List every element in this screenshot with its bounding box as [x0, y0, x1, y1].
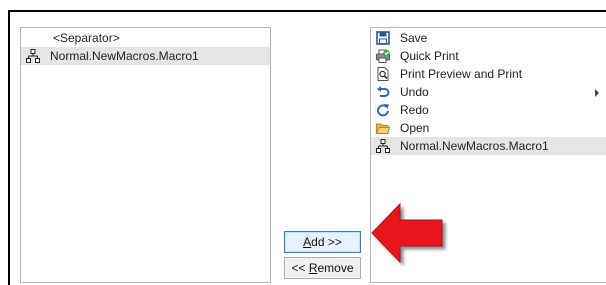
- print-preview-icon: [377, 67, 389, 81]
- list-item-undo[interactable]: Undo: [371, 83, 606, 101]
- remove-button-accelerator: R: [308, 261, 318, 275]
- list-item-open[interactable]: Open: [371, 119, 606, 137]
- list-item-redo[interactable]: Redo: [371, 101, 606, 119]
- list-item-label: Print Preview and Print: [400, 67, 523, 81]
- add-button-rest: dd >>: [311, 235, 342, 249]
- list-item-label: Normal.NewMacros.Macro1: [50, 49, 199, 63]
- available-commands-list[interactable]: <Separator> Normal.NewMacros.Macro1: [20, 27, 271, 283]
- list-item-save[interactable]: Save: [371, 29, 606, 47]
- macro-icon: [26, 49, 40, 63]
- save-icon: [376, 31, 390, 45]
- list-item-separator[interactable]: <Separator>: [21, 29, 270, 47]
- folder-icon: [376, 123, 390, 134]
- add-button-accelerator: A: [303, 235, 312, 249]
- list-item-macro[interactable]: Normal.NewMacros.Macro1: [371, 137, 606, 155]
- list-item-label: Open: [400, 121, 430, 135]
- red-arrow-annotation: [371, 202, 443, 264]
- redo-icon: [377, 104, 389, 117]
- list-item-label: Redo: [400, 103, 429, 117]
- list-item-label: Normal.NewMacros.Macro1: [400, 139, 549, 153]
- remove-button[interactable]: << Remove: [284, 257, 361, 279]
- remove-button-prefix: <<: [291, 261, 309, 275]
- list-item-quick-print[interactable]: Quick Print: [371, 47, 606, 65]
- list-item-label: Quick Print: [400, 49, 459, 63]
- list-item-print-preview[interactable]: Print Preview and Print: [371, 65, 606, 83]
- quick-print-icon: [376, 49, 390, 63]
- list-item-macro[interactable]: Normal.NewMacros.Macro1: [21, 47, 270, 65]
- remove-button-rest: emove: [317, 261, 354, 275]
- submenu-arrow-icon: [595, 89, 599, 97]
- list-item-label: Undo: [400, 85, 429, 99]
- undo-icon: [377, 86, 390, 97]
- add-button[interactable]: Add >>: [284, 231, 361, 253]
- list-item-label: Save: [400, 31, 428, 45]
- macro-icon: [376, 139, 390, 153]
- list-item-label: <Separator>: [53, 31, 120, 45]
